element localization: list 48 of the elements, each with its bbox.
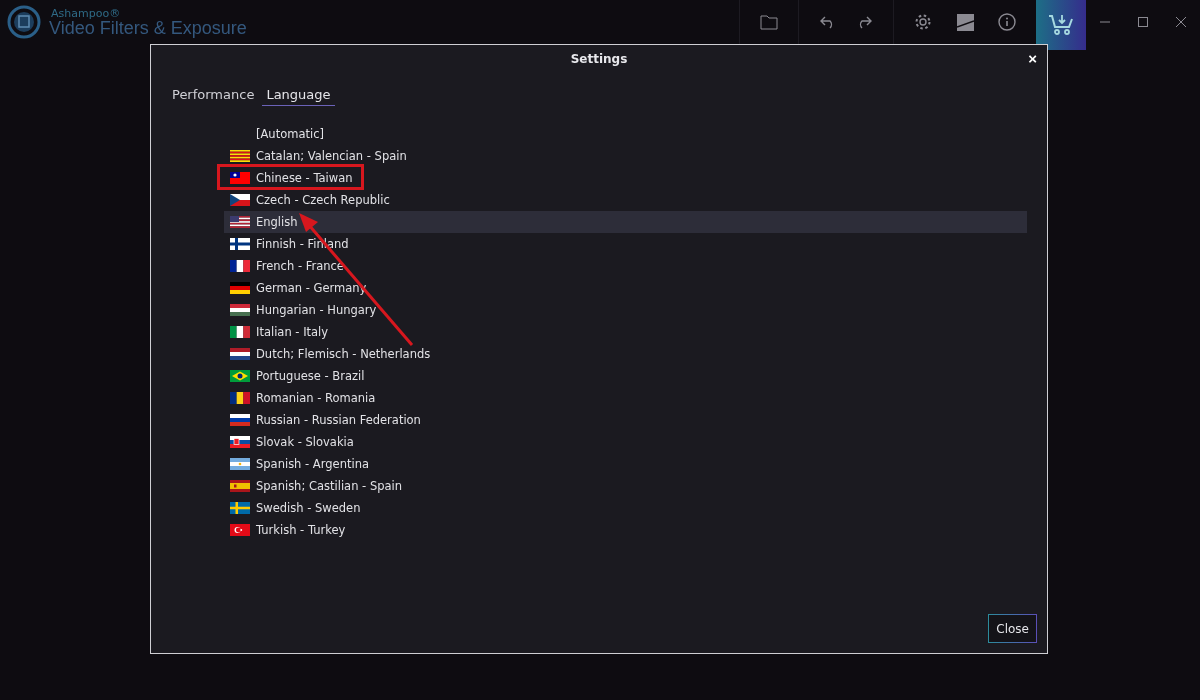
maximize-icon[interactable] [1137, 16, 1149, 28]
flag-icon [230, 370, 250, 382]
dialog-close-button[interactable]: × [1028, 51, 1037, 67]
language-item[interactable]: Spanish; Castilian - Spain [224, 475, 1027, 497]
language-item[interactable]: Slovak - Slovakia [224, 431, 1027, 453]
app-title: Video Filters & Exposure [49, 18, 247, 37]
language-item[interactable]: Turkish - Turkey [224, 519, 1027, 541]
close-button[interactable]: Close [988, 614, 1037, 643]
brand-name: Ashampoo® [51, 7, 122, 19]
language-item[interactable]: Portuguese - Brazil [224, 365, 1027, 387]
flag-icon [230, 304, 250, 316]
language-item[interactable]: Czech - Czech Republic [224, 189, 1027, 211]
language-item[interactable]: Catalan; Valencian - Spain [224, 145, 1027, 167]
app-logo-icon [7, 5, 41, 39]
flag-icon [230, 150, 250, 162]
settings-tab[interactable]: Performance [168, 85, 259, 106]
settings-tab[interactable]: Language [262, 85, 335, 106]
flag-icon [230, 436, 250, 448]
language-item[interactable]: Swedish - Sweden [224, 497, 1027, 519]
flag-icon [230, 392, 250, 404]
flag-icon [230, 172, 250, 184]
flag-icon [230, 216, 250, 228]
close-icon[interactable] [1175, 16, 1187, 28]
compare-icon[interactable] [954, 11, 976, 33]
flag-icon [230, 326, 250, 338]
flag-icon [230, 524, 250, 536]
info-icon[interactable] [996, 11, 1018, 33]
flag-icon [230, 238, 250, 250]
cart-icon [1047, 13, 1075, 37]
flag-icon [230, 502, 250, 514]
language-item[interactable]: Italian - Italy [224, 321, 1027, 343]
language-item[interactable]: Hungarian - Hungary [224, 299, 1027, 321]
flag-icon [230, 194, 250, 206]
language-item[interactable]: French - France [224, 255, 1027, 277]
language-item[interactable]: Spanish - Argentina [224, 453, 1027, 475]
flag-icon [230, 260, 250, 272]
language-item[interactable]: Russian - Russian Federation [224, 409, 1027, 431]
flag-icon [230, 414, 250, 426]
flag-icon [230, 348, 250, 360]
language-item[interactable]: Romanian - Romania [224, 387, 1027, 409]
language-item[interactable]: Dutch; Flemisch - Netherlands [224, 343, 1027, 365]
dialog-title: Settings [570, 52, 628, 66]
flag-icon [230, 282, 250, 294]
language-item[interactable]: English [224, 211, 1027, 233]
flag-icon [230, 480, 250, 492]
language-item[interactable]: Chinese - Taiwan [224, 167, 1027, 189]
flag-icon [230, 458, 250, 470]
language-item[interactable]: [Automatic] [224, 123, 1027, 145]
